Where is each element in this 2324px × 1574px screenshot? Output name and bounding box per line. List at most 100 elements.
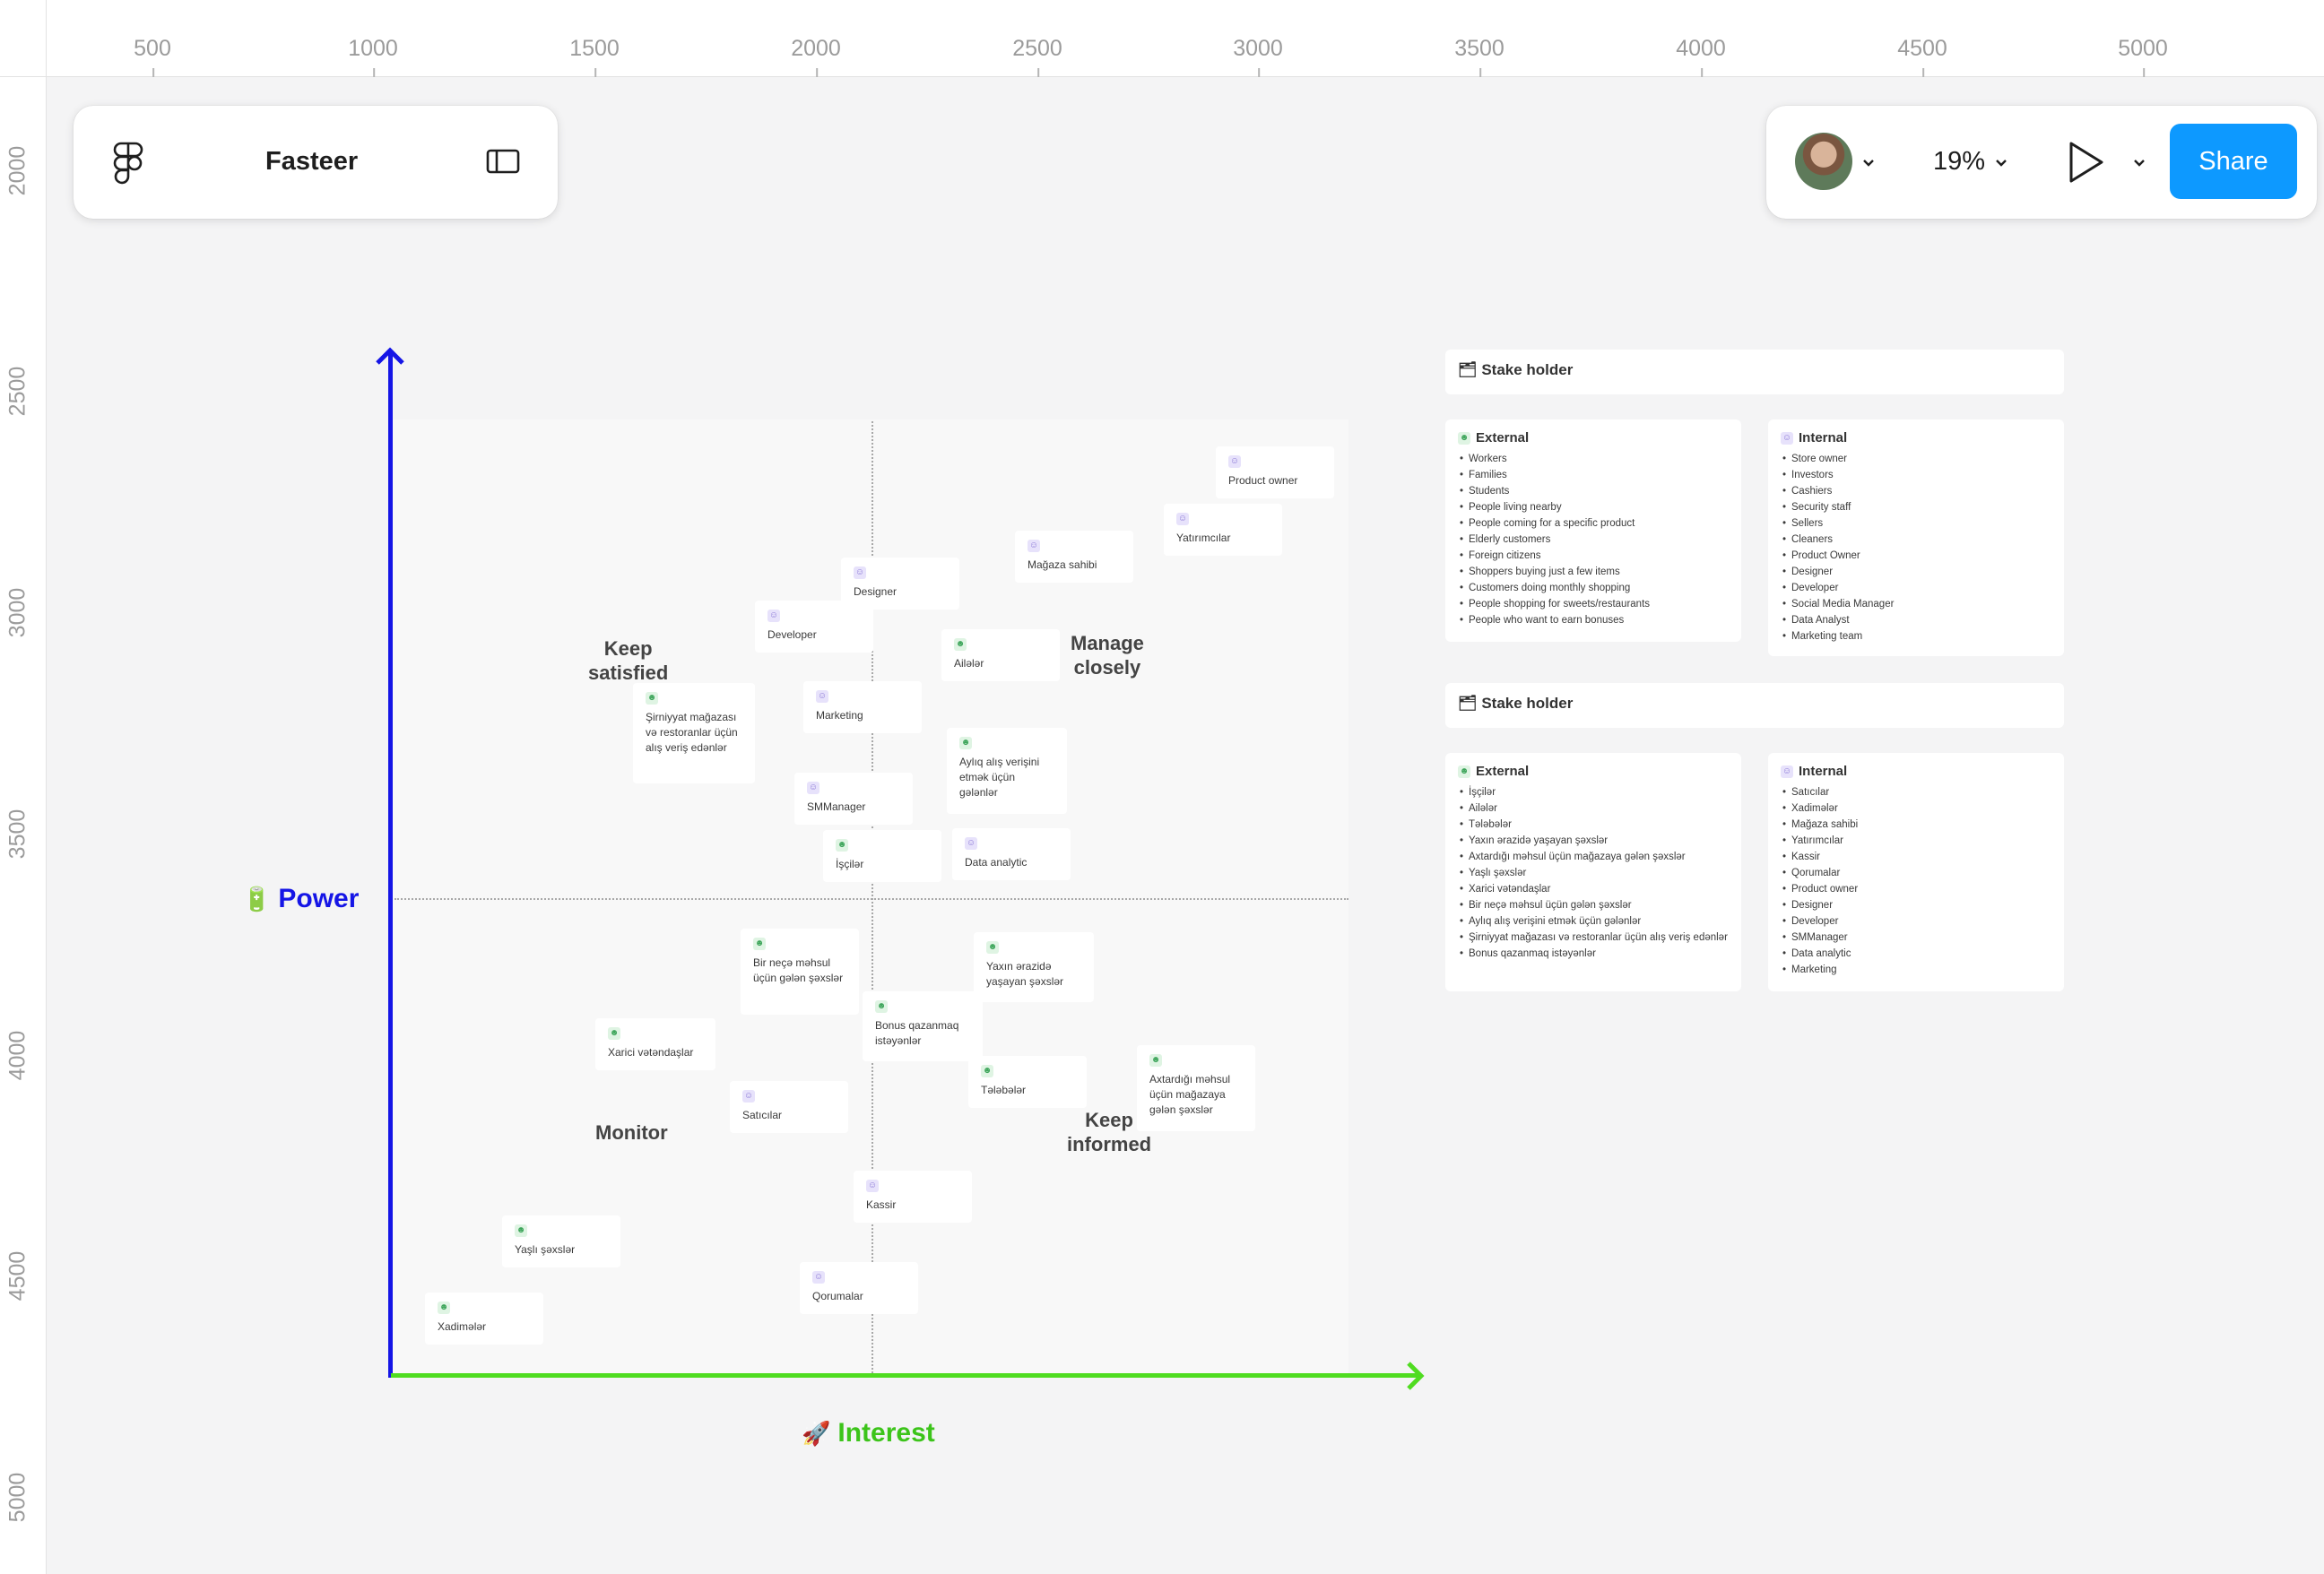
share-button[interactable]: Share xyxy=(2170,124,2297,199)
stakeholder-note[interactable]: ☻ İşçilər xyxy=(823,830,941,882)
stakeholder-note[interactable]: ☻ Şirniyyat mağazası və restoranlar üçün … xyxy=(633,683,755,783)
stakeholder-note[interactable]: ☺ Satıcılar xyxy=(730,1081,848,1133)
list-item: Data Analyst xyxy=(1781,612,2051,628)
external-stakeholders-card[interactable]: ☻ External Workers Families Students Peop… xyxy=(1445,419,1741,642)
list-item: Data analytic xyxy=(1781,946,2051,962)
ruler-tick: 2500 xyxy=(4,366,30,417)
stakeholder-note[interactable]: ☻ Bir neçə məhsul üçün gələn şəxslər xyxy=(741,929,859,1015)
list-item: Sellers xyxy=(1781,515,2051,532)
note-text: Yaşlı şəxslər xyxy=(515,1243,576,1256)
note-text: Tələbələr xyxy=(981,1084,1027,1096)
ruler-corner xyxy=(0,0,47,77)
note-text: Aylıq alış verişini etmək üçün gələnlər xyxy=(959,756,1040,799)
stakeholder-table-title[interactable]: 🗂 Stake holder xyxy=(1445,683,2064,728)
stakeholder-note[interactable]: ☺ Marketing xyxy=(803,681,922,733)
list-item: Axtardığı məhsul üçün mağazaya gələn şəx… xyxy=(1458,849,1729,865)
figma-logo-icon[interactable] xyxy=(113,142,143,185)
external-stakeholders-card[interactable]: ☻ External İşçilər Ailələr Tələbələr Yaxı… xyxy=(1445,753,1741,991)
stakeholder-note[interactable]: ☻ Axtardığı məhsul üçün mağazaya gələn şə… xyxy=(1137,1045,1255,1131)
power-axis[interactable] xyxy=(388,351,393,1378)
list-item: Designer xyxy=(1781,897,2051,913)
list-item: Bir neçə məhsul üçün gələn şəxslər xyxy=(1458,897,1729,913)
list-item: İşçilər xyxy=(1458,784,1729,800)
list-item: Investors xyxy=(1781,467,2051,483)
quadrant-monitor[interactable]: Monitor xyxy=(595,1120,668,1145)
folder-icon: 🗂 xyxy=(1458,361,1478,378)
ruler-tick: 500 xyxy=(134,36,171,77)
stakeholder-note[interactable]: ☺ Product owner xyxy=(1216,446,1334,498)
stakeholder-note[interactable]: ☺ Kassir xyxy=(854,1171,972,1223)
sidebar-toggle-icon[interactable] xyxy=(486,147,520,176)
note-text: Yaxın ərazidə yaşayan şəxslər xyxy=(986,960,1064,988)
note-text: Marketing xyxy=(816,709,863,722)
stakeholder-note[interactable]: ☺ Qorumalar xyxy=(800,1262,918,1314)
stakeholder-note[interactable]: ☺ Yatırımcılar xyxy=(1164,504,1282,556)
group-icon: ☻ xyxy=(1458,431,1470,445)
group-icon: ☻ xyxy=(836,839,848,852)
list-item: SMManager xyxy=(1781,930,2051,946)
person-icon: ☺ xyxy=(1781,765,1793,778)
group-icon: ☻ xyxy=(753,938,766,950)
list-item: Xadimələr xyxy=(1781,800,2051,817)
note-text: Yatırımcılar xyxy=(1176,532,1231,544)
arrow-right-icon xyxy=(1407,1362,1425,1390)
interest-axis[interactable] xyxy=(391,1373,1418,1378)
chevron-down-icon[interactable] xyxy=(2132,156,2146,170)
person-icon: ☺ xyxy=(742,1090,755,1103)
stakeholder-note[interactable]: ☻ Yaxın ərazidə yaşayan şəxslər xyxy=(974,932,1094,1002)
table-title-text: Stake holder xyxy=(1481,695,1574,712)
card-heading: ☻ External xyxy=(1458,430,1729,445)
list-item: Product Owner xyxy=(1781,548,2051,564)
stakeholder-note[interactable]: ☻ Xarici vətəndaşlar xyxy=(595,1018,715,1070)
stakeholder-list: Store owner Investors Cashiers Security … xyxy=(1781,451,2051,644)
note-text: Mağaza sahibi xyxy=(1028,558,1097,571)
stakeholder-note[interactable]: ☺ SMManager xyxy=(794,773,913,825)
note-text: Kassir xyxy=(866,1198,897,1211)
stakeholder-table-title[interactable]: 🗂 Stake holder xyxy=(1445,350,2064,394)
stakeholder-note[interactable]: ☻ Ailələr xyxy=(941,629,1060,681)
note-text: Product owner xyxy=(1228,474,1298,487)
stakeholder-note[interactable]: ☻ Bonus qazanmaq istəyənlər xyxy=(863,991,983,1061)
group-icon: ☻ xyxy=(954,638,967,651)
file-toolbar: Fasteer xyxy=(74,106,558,219)
quadrant-manage-closely[interactable]: Manage closely xyxy=(1071,631,1144,679)
list-item: Kassir xyxy=(1781,849,2051,865)
stakeholder-note[interactable]: ☺ Developer xyxy=(755,601,873,653)
file-name[interactable]: Fasteer xyxy=(265,147,358,177)
stakeholder-note[interactable]: ☻ Tələbələr xyxy=(968,1056,1087,1108)
internal-stakeholders-card[interactable]: ☺ Internal Satıcılar Xadimələr Mağaza sah… xyxy=(1768,753,2064,991)
stakeholder-note[interactable]: ☺ Data analytic xyxy=(952,828,1071,880)
person-icon: ☺ xyxy=(807,782,819,794)
note-text: Xadimələr xyxy=(438,1320,487,1333)
interest-axis-label[interactable]: 🚀 Interest xyxy=(802,1418,935,1449)
quadrant-keep-satisfied[interactable]: Keep satisfied xyxy=(588,636,668,685)
group-icon: ☻ xyxy=(515,1224,527,1237)
list-item: Workers xyxy=(1458,451,1729,467)
power-axis-label[interactable]: 🔋 Power xyxy=(242,884,359,914)
stakeholder-note[interactable]: ☻ Aylıq alış verişini etmək üçün gələnlər xyxy=(947,728,1067,814)
chevron-down-icon[interactable] xyxy=(1861,156,1876,170)
note-text: Bonus qazanmaq istəyənlər xyxy=(875,1019,959,1047)
list-item: Cashiers xyxy=(1781,483,2051,499)
person-icon: ☺ xyxy=(767,610,780,622)
list-item: Elderly customers xyxy=(1458,532,1729,548)
chevron-down-icon[interactable] xyxy=(1994,156,2008,170)
avatar[interactable] xyxy=(1795,133,1852,190)
internal-stakeholders-card[interactable]: ☺ Internal Store owner Investors Cashiers… xyxy=(1768,419,2064,656)
list-item: Security staff xyxy=(1781,499,2051,515)
list-item: People who want to earn bonuses xyxy=(1458,612,1729,628)
ruler-tick: 3000 xyxy=(4,587,30,638)
quadrant-label-line: closely xyxy=(1073,656,1141,679)
stakeholder-note[interactable]: ☺ Mağaza sahibi xyxy=(1015,531,1133,583)
zoom-level[interactable]: 19% xyxy=(1933,147,1985,177)
person-icon: ☺ xyxy=(1228,455,1241,468)
stakeholder-note[interactable]: ☻ Yaşlı şəxslər xyxy=(502,1215,620,1267)
list-item: People living nearby xyxy=(1458,499,1729,515)
quadrant-label-line: Manage xyxy=(1071,632,1144,654)
table-title-text: Stake holder xyxy=(1481,361,1574,378)
left-ruler: 2000 2500 3000 3500 4000 4500 5000 xyxy=(0,77,47,1574)
play-icon[interactable] xyxy=(2066,140,2105,185)
top-ruler: 500 1000 1500 2000 2500 3000 3500 4000 4… xyxy=(0,0,2324,77)
list-item: Şirniyyat mağazası və restoranlar üçün a… xyxy=(1458,930,1729,946)
stakeholder-note[interactable]: ☻ Xadimələr xyxy=(425,1293,543,1345)
